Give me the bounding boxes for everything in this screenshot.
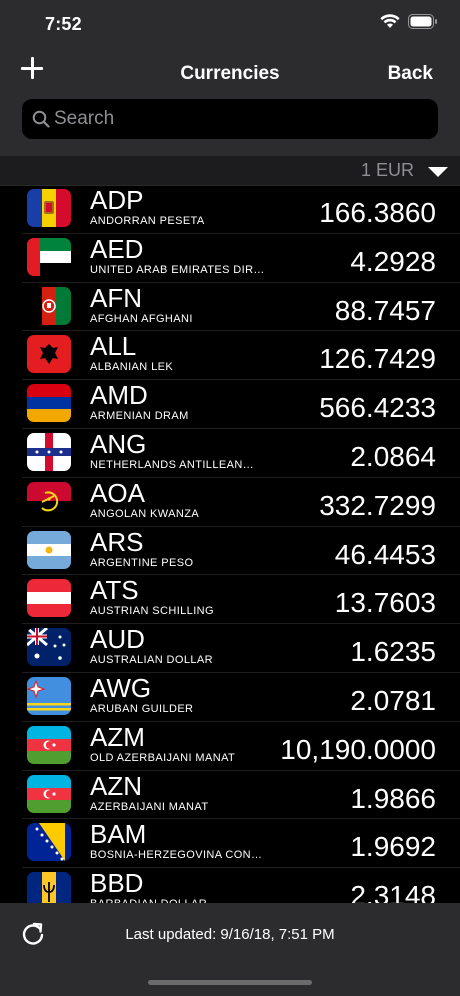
status-icons — [380, 14, 438, 29]
currency-code: AMD — [90, 380, 148, 411]
currency-code: AUD — [90, 624, 145, 655]
currency-row-amd[interactable]: AMD ARMENIAN DRAM 566.4233 — [22, 380, 460, 429]
back-button[interactable]: Back — [388, 63, 433, 85]
flag-austria-icon — [27, 579, 71, 618]
search-bar[interactable] — [22, 99, 438, 139]
currency-name: ARMENIAN DRAM — [90, 410, 189, 423]
flag-azerbaijan-icon — [27, 725, 71, 764]
currency-rate: 88.7457 — [334, 294, 436, 326]
currency-rate: 126.7429 — [319, 343, 436, 375]
battery-icon — [408, 14, 437, 29]
currency-rate: 2.0781 — [350, 684, 436, 716]
search-icon — [32, 110, 50, 128]
currency-row-bam[interactable]: BAM BOSNIA-HERZEGOVINA CON… 1.9692 — [22, 819, 460, 869]
home-indicator[interactable] — [148, 980, 312, 985]
currency-rate: 4.2928 — [350, 245, 436, 277]
currency-name: OLD AZERBAIJANI MANAT — [90, 751, 236, 764]
currency-list: ADP ANDORRAN PESETA 166.3860 AED UNITED … — [0, 185, 460, 917]
currency-row-ars[interactable]: ARS ARGENTINE PESO 46.4453 — [22, 527, 460, 576]
currency-row-ang[interactable]: ANG NETHERLANDS ANTILLEAN… 2.0864 — [22, 429, 460, 478]
currency-name: AZERBAIJANI MANAT — [90, 800, 209, 813]
base-currency-label: 1 EUR — [360, 160, 414, 180]
status-bar: 7:52 — [0, 0, 460, 50]
currency-row-aud[interactable]: AUD AUSTRALIAN DOLLAR 1.6235 — [22, 624, 460, 673]
nav-bar: Currencies Back — [0, 54, 460, 94]
currency-rate: 1.9692 — [350, 831, 436, 863]
currency-code: AFN — [90, 282, 142, 313]
currency-name: BOSNIA-HERZEGOVINA CON… — [90, 849, 263, 862]
flag-uae-icon — [27, 237, 71, 276]
currency-row-aed[interactable]: AED UNITED ARAB EMIRATES DIR… 4.2928 — [22, 234, 460, 283]
currency-name: ANDORRAN PESETA — [90, 215, 205, 227]
currency-rate: 566.4233 — [319, 392, 436, 424]
flag-australia-icon — [27, 628, 71, 667]
currency-code: AZN — [90, 770, 142, 801]
flag-azerbaijan-icon — [27, 774, 71, 813]
top-bar: 7:52 Currencies Back — [0, 0, 460, 156]
currency-code: BBD — [90, 868, 144, 899]
currency-name: ALBANIAN LEK — [90, 361, 174, 374]
currency-row-azm[interactable]: AZM OLD AZERBAIJANI MANAT 10,190.0000 — [22, 722, 460, 771]
currency-code: AWG — [90, 672, 152, 703]
flag-netherlands-antilles-icon — [27, 432, 71, 471]
currency-row-adp[interactable]: ADP ANDORRAN PESETA 166.3860 — [22, 185, 460, 234]
currency-code: ALL — [90, 331, 137, 362]
flag-armenia-icon — [27, 384, 71, 423]
currency-row-all[interactable]: ALL ALBANIAN LEK 126.7429 — [22, 331, 460, 381]
currency-code: AED — [90, 233, 144, 264]
currency-code: ARS — [90, 526, 144, 557]
status-time: 7:52 — [45, 14, 82, 34]
flag-bosnia-icon — [27, 823, 71, 862]
currency-name: ANGOLAN KWANZA — [90, 507, 200, 520]
currency-name: ARGENTINE PESO — [90, 556, 194, 569]
currency-rate: 332.7299 — [319, 489, 436, 521]
currency-name: ARUBAN GUILDER — [90, 702, 194, 715]
currency-code: ATS — [90, 575, 139, 606]
currency-row-azn[interactable]: AZN AZERBAIJANI MANAT 1.9866 — [22, 771, 460, 820]
wifi-icon — [380, 14, 400, 28]
currency-rate: 1.6235 — [350, 636, 436, 668]
flag-argentina-icon — [27, 530, 71, 569]
currency-code: AOA — [90, 477, 145, 508]
last-updated-text: Last updated: 9/16/18, 7:51 PM — [125, 926, 335, 943]
currency-code: ANG — [90, 428, 147, 459]
currency-row-awg[interactable]: AWG ARUBAN GUILDER 2.0781 — [22, 673, 460, 722]
currency-name: AUSTRALIAN DOLLAR — [90, 654, 213, 667]
currency-name: NETHERLANDS ANTILLEAN… — [90, 458, 255, 471]
flag-aruba-icon — [27, 676, 71, 715]
currency-rate: 166.3860 — [319, 197, 436, 228]
currency-rate: 10,190.0000 — [280, 733, 436, 765]
currency-row-afn[interactable]: AFN AFGHAN AFGHANI 88.7457 — [22, 283, 460, 332]
flag-albania-icon — [27, 335, 71, 374]
currency-name: AFGHAN AFGHANI — [90, 312, 193, 325]
currency-rate: 13.7603 — [334, 587, 436, 619]
currency-code: AZM — [90, 721, 145, 752]
base-currency-selector[interactable]: 1 EUR — [0, 156, 460, 186]
currency-code: BAM — [90, 819, 147, 850]
currency-name: UNITED ARAB EMIRATES DIR… — [90, 263, 265, 276]
currency-name: AUSTRIAN SCHILLING — [90, 605, 214, 618]
currency-code: ADP — [90, 185, 144, 215]
currency-row-ats[interactable]: ATS AUSTRIAN SCHILLING 13.7603 — [22, 575, 460, 625]
search-input[interactable] — [54, 99, 424, 139]
chevron-down-icon[interactable] — [428, 167, 448, 177]
flag-angola-icon — [27, 481, 71, 520]
currency-row-aoa[interactable]: AOA ANGOLAN KWANZA 332.7299 — [22, 478, 460, 527]
currency-rate: 2.0864 — [350, 440, 436, 472]
currency-rate: 1.9866 — [350, 782, 436, 814]
currency-rate: 46.4453 — [334, 538, 436, 570]
flag-afghanistan-icon — [27, 286, 71, 325]
flag-andorra-icon — [27, 189, 71, 227]
